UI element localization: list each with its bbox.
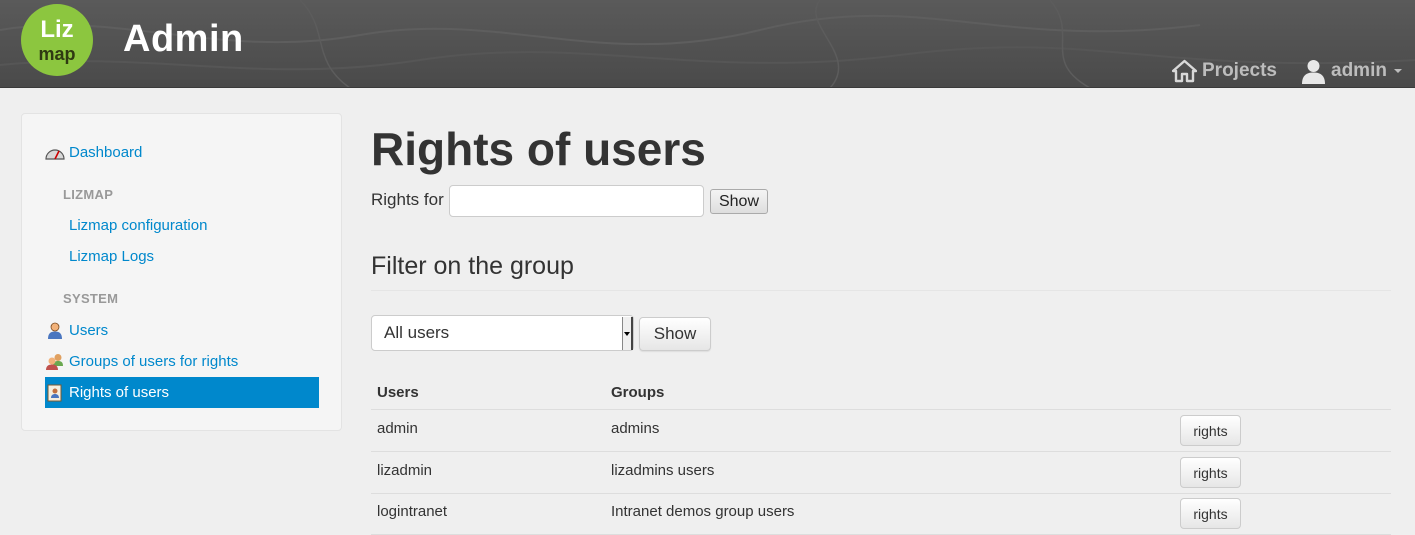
table-row: admin admins rights bbox=[371, 410, 1391, 452]
projects-link[interactable]: Projects bbox=[1172, 57, 1277, 85]
logo-text-top: Liz bbox=[40, 16, 73, 43]
user-cell: lizadmin bbox=[377, 462, 433, 479]
rights-for-label: Rights for bbox=[371, 190, 444, 209]
sidebar-item-groups[interactable]: Groups of users for rights bbox=[45, 346, 319, 377]
page-title: Rights of users bbox=[371, 123, 706, 175]
groups-cell: admins bbox=[611, 420, 660, 437]
user-cell: logintranet bbox=[377, 503, 448, 520]
rights-button[interactable]: rights bbox=[1180, 415, 1241, 446]
user-label: admin bbox=[1331, 60, 1387, 81]
group-icon bbox=[45, 353, 65, 371]
groups-cell: Intranet demos group users bbox=[611, 503, 795, 520]
divider bbox=[371, 290, 1391, 291]
sidebar-section-lizmap: LIZMAP bbox=[63, 187, 114, 202]
rights-for-input[interactable] bbox=[449, 185, 704, 217]
table-row: lizadmin lizadmins users rights bbox=[371, 452, 1391, 494]
table-header: Users Groups bbox=[371, 373, 1391, 410]
column-header-users: Users bbox=[377, 384, 419, 401]
dashboard-icon bbox=[45, 144, 65, 162]
sidebar-item-label: Dashboard bbox=[69, 144, 143, 161]
sidebar-item-label: Users bbox=[69, 322, 109, 339]
sidebar-item-label: Groups of users for rights bbox=[69, 353, 239, 370]
user-icon bbox=[1302, 59, 1325, 84]
home-icon bbox=[1172, 59, 1197, 83]
brand-title[interactable]: Admin bbox=[123, 18, 244, 61]
group-filter-select[interactable]: All users bbox=[371, 315, 634, 351]
table-row: logintranet Intranet demos group users r… bbox=[371, 493, 1391, 535]
rights-icon bbox=[45, 384, 65, 402]
column-header-groups: Groups bbox=[611, 384, 665, 401]
sidebar-item-label: Rights of users bbox=[69, 384, 170, 401]
chevron-down-icon bbox=[1393, 69, 1402, 73]
sidebar-section-system: SYSTEM bbox=[63, 291, 119, 306]
user-menu[interactable]: admin bbox=[1301, 57, 1402, 85]
groups-cell: lizadmins users bbox=[611, 462, 715, 479]
rights-button[interactable]: rights bbox=[1180, 457, 1241, 488]
top-navbar: Liz map Admin Projects admin bbox=[0, 0, 1415, 88]
lizmap-logo[interactable]: Liz map bbox=[21, 4, 93, 76]
sidebar: Dashboard LIZMAP Lizmap configuration Li… bbox=[21, 113, 342, 431]
group-filter-value: All users bbox=[384, 323, 450, 342]
sidebar-item-lizmap-configuration[interactable]: Lizmap configuration bbox=[69, 217, 207, 234]
logo-text-bottom: map bbox=[38, 44, 75, 64]
show-rights-button[interactable]: Show bbox=[710, 189, 768, 214]
sidebar-item-rights[interactable]: Rights of users bbox=[45, 377, 319, 408]
user-cell: admin bbox=[377, 420, 418, 437]
filter-show-button[interactable]: Show bbox=[639, 317, 711, 351]
rights-button[interactable]: rights bbox=[1180, 498, 1241, 529]
sidebar-item-dashboard[interactable]: Dashboard bbox=[45, 137, 319, 168]
sidebar-item-lizmap-logs[interactable]: Lizmap Logs bbox=[69, 248, 154, 265]
projects-label: Projects bbox=[1202, 60, 1277, 81]
user-icon bbox=[45, 322, 65, 340]
dropdown-arrow-icon bbox=[622, 317, 633, 350]
sidebar-item-users[interactable]: Users bbox=[45, 315, 319, 346]
filter-section-title: Filter on the group bbox=[371, 252, 574, 280]
